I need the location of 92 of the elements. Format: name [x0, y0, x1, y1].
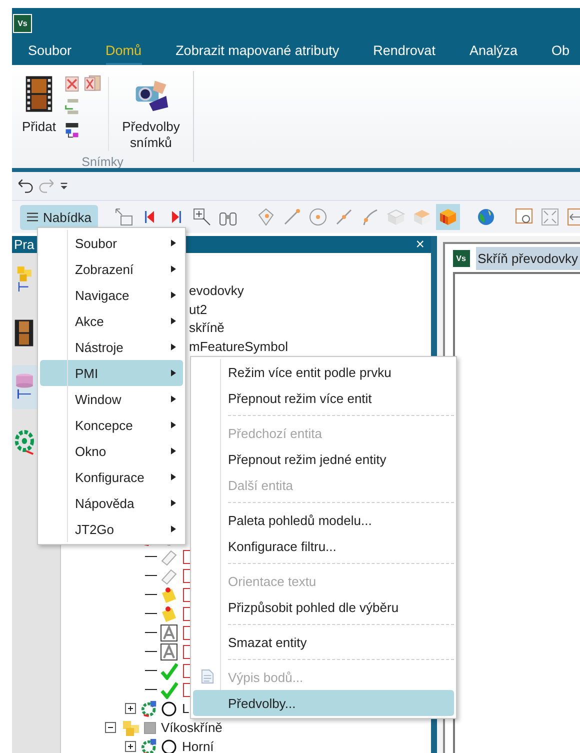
menu-item[interactable]: Přepnout režim více entit — [193, 385, 454, 411]
line-icon — [282, 207, 302, 227]
submenu-arrow-icon — [171, 473, 176, 481]
ribbon-tab[interactable]: Soubor — [28, 38, 72, 65]
ribbon-tab[interactable]: Analýza — [469, 38, 518, 65]
menu-item[interactable]: Paleta pohledů modelu... — [193, 507, 454, 533]
note-icon — [160, 586, 178, 604]
submenu-arrow-icon — [171, 499, 176, 507]
checkmark-icon — [160, 680, 178, 698]
database-tree-icon — [14, 373, 34, 401]
gear-icon — [14, 427, 34, 455]
delete-frame-icon[interactable] — [64, 75, 80, 93]
ribbon-tab[interactable]: Ob — [551, 38, 570, 65]
document-icon — [201, 669, 214, 684]
cube-icon — [438, 207, 458, 227]
menu-item[interactable]: Přizpůsobit pohled dle výběru — [193, 594, 454, 620]
globe-icon — [476, 207, 496, 227]
menu-item[interactable]: Soubor — [40, 230, 183, 256]
delete-all-frames-icon[interactable] — [84, 75, 102, 93]
submenu-arrow-icon — [171, 265, 176, 273]
menu-item[interactable]: Navigace — [40, 282, 183, 308]
tree-item[interactable]: L — [182, 701, 190, 716]
film-strip-icon — [14, 319, 34, 347]
menu-item[interactable]: Předvolby... — [193, 690, 454, 716]
gear-part-icon — [141, 738, 158, 753]
menu-item[interactable]: Režim více entit podle prvku — [193, 359, 454, 385]
menu-item[interactable]: Window — [40, 386, 183, 412]
menu-item[interactable]: Akce — [40, 308, 183, 334]
document-logo: Vs — [452, 250, 470, 266]
group-label: Snímky — [82, 155, 124, 169]
checkmark-icon — [160, 662, 178, 680]
text-frame-icon — [160, 642, 178, 660]
tree-item[interactable]: ut2 — [189, 300, 208, 319]
fit-icon — [540, 207, 560, 227]
square-icon — [144, 722, 156, 734]
collapse-icon[interactable] — [105, 722, 116, 733]
zoom-box-icon — [192, 207, 212, 227]
menu-item[interactable]: Přepnout režim jedné entity — [193, 446, 454, 472]
cubes-icon — [121, 718, 141, 736]
expand-icon[interactable] — [125, 703, 136, 714]
submenu-arrow-icon — [171, 369, 176, 377]
text-frame-icon — [160, 624, 178, 642]
point-icon — [334, 207, 354, 227]
menu-item[interactable]: Koncepce — [40, 412, 183, 438]
ribbon-tab[interactable]: Rendrovat — [373, 38, 436, 65]
tree-item[interactable]: skříně — [189, 319, 224, 338]
menu-item[interactable]: JT2Go — [40, 516, 183, 542]
submenu-arrow-icon — [171, 395, 176, 403]
menu-item[interactable]: Konfigurace filtru... — [193, 533, 454, 559]
ruler-icon — [160, 548, 178, 566]
submenu-arrow-icon — [171, 317, 176, 325]
menu-item[interactable]: PMI — [40, 360, 183, 386]
document-tab[interactable]: Skříň převodovky — [476, 246, 580, 270]
menu-button[interactable]: Nabídka — [20, 204, 98, 230]
note-icon — [160, 604, 178, 622]
app-logo: Vs — [13, 14, 32, 32]
submenu-arrow-icon — [171, 343, 176, 351]
circle-icon — [308, 207, 328, 227]
film-strip-icon — [24, 75, 54, 113]
menu-item[interactable]: Konfigurace — [40, 464, 183, 490]
expand-icon[interactable] — [125, 741, 136, 752]
arrows-icon — [566, 207, 580, 227]
tree-item[interactable]: Horní — [182, 739, 214, 753]
menu-item[interactable]: Zobrazení — [40, 256, 183, 282]
submenu-arrow-icon — [171, 291, 176, 299]
tree-item[interactable]: mFeatureSymbol — [189, 338, 288, 356]
menu-icon — [27, 212, 38, 222]
add-button[interactable]: Přidat — [18, 73, 60, 136]
surface-icon — [256, 207, 276, 227]
gear-part-icon — [141, 700, 158, 717]
close-button[interactable]: × — [416, 236, 425, 253]
menu-item[interactable]: Nástroje — [40, 334, 183, 360]
frame-icon — [114, 207, 134, 227]
cube-button[interactable] — [436, 204, 460, 230]
ribbon-tab[interactable]: Zobrazit mapované atributy — [176, 38, 340, 65]
ruler-icon — [160, 566, 178, 584]
menu-item[interactable]: Nápověda — [40, 490, 183, 516]
undo-icon[interactable] — [16, 177, 34, 195]
frame-presets-button[interactable]: Předvolby snímků — [114, 73, 187, 153]
submenu-arrow-icon — [171, 447, 176, 455]
submenu-arrow-icon — [171, 239, 176, 247]
tree-item[interactable]: evodovky — [189, 282, 244, 300]
circle-icon — [161, 700, 177, 716]
cube-icon — [412, 207, 432, 227]
panel-title: Pra — [14, 237, 34, 252]
submenu-arrow-icon — [171, 421, 176, 429]
menu-item[interactable]: Smazat entity — [193, 629, 454, 655]
tree-item[interactable]: Víkoskříně — [161, 720, 222, 735]
cube-icon — [386, 207, 406, 227]
menu-item[interactable]: Okno — [40, 438, 183, 464]
customize-dropdown-icon[interactable] — [60, 181, 68, 191]
submenu-arrow-icon — [171, 525, 176, 533]
